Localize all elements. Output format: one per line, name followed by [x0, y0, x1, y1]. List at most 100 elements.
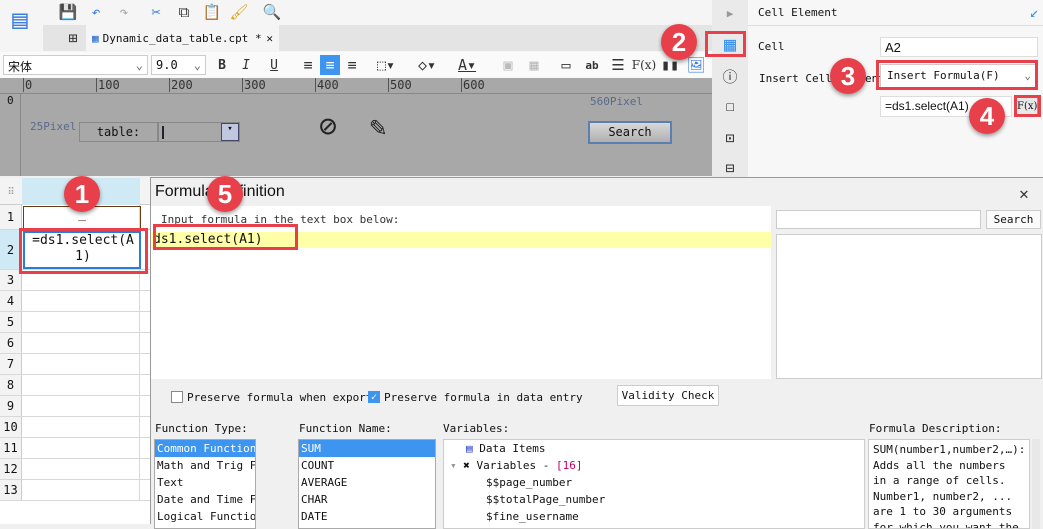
redo-icon[interactable]: ↷ [114, 2, 134, 22]
cell[interactable] [22, 312, 140, 332]
row-header[interactable]: 1 [0, 205, 22, 229]
italic-button[interactable]: I [237, 55, 255, 75]
save-icon[interactable]: 💾 [58, 2, 78, 22]
function-search-button[interactable]: Search [986, 210, 1041, 229]
variable-item[interactable]: $$page_number [444, 474, 864, 491]
row-header[interactable]: 9 [0, 396, 22, 416]
sheet-row[interactable]: 5 [0, 312, 150, 333]
variables-tree[interactable]: ▤ Data Items ▾ ✖ Variables - [16] $$page… [443, 439, 865, 529]
row-header[interactable]: 7 [0, 354, 22, 374]
cell[interactable] [22, 375, 140, 395]
format-brush-icon[interactable]: 🖌 [229, 2, 249, 22]
font-color-icon[interactable]: A▾ [452, 55, 482, 75]
align-right-icon[interactable]: ≡ [342, 55, 362, 75]
search-widget-button[interactable]: Search [588, 121, 672, 144]
function-name-item[interactable]: SUM [299, 440, 435, 457]
widget-icon[interactable]: ⊡ [718, 126, 742, 150]
align-center-icon[interactable]: ≡ [320, 55, 340, 75]
sheet-row[interactable]: 6 [0, 333, 150, 354]
table-label-widget[interactable]: table: [79, 122, 158, 142]
paragraph-icon[interactable]: ☰ [608, 55, 628, 75]
table-combo-widget[interactable]: ▾ [158, 122, 240, 142]
dock-arrow-icon[interactable]: ↙ [1026, 3, 1042, 21]
tree-item-data-items[interactable]: ▤ Data Items [444, 440, 864, 457]
function-type-item[interactable]: Math and Trig Function [155, 457, 255, 474]
textfield-icon[interactable]: ▭ [556, 55, 576, 75]
text-style-button[interactable]: ab [582, 55, 602, 75]
sheet-row[interactable]: 7 [0, 354, 150, 375]
cell[interactable] [22, 291, 140, 311]
row-header[interactable]: 8 [0, 375, 22, 395]
report-logo-icon[interactable]: ▤ [8, 4, 32, 36]
cell[interactable] [22, 396, 140, 416]
more-icon[interactable]: ⊟ [718, 158, 742, 178]
underline-button[interactable]: U [265, 55, 283, 75]
cell-input[interactable]: A2 [880, 37, 1038, 57]
sheet-row[interactable]: 10 [0, 417, 150, 438]
sheet-row[interactable]: 8 [0, 375, 150, 396]
function-name-item[interactable]: AVERAGE [299, 474, 435, 491]
function-name-item[interactable]: DATE [299, 508, 435, 525]
row-header[interactable]: 11 [0, 438, 22, 458]
close-dialog-icon[interactable]: ✕ [1013, 182, 1035, 204]
font-size-select[interactable]: 9.0 ⌄ [151, 55, 206, 75]
function-type-list[interactable]: Common FunctionMath and Trig FunctionTex… [154, 439, 256, 529]
cell[interactable] [22, 459, 140, 479]
row-header[interactable]: 6 [0, 333, 22, 353]
function-search-input[interactable] [776, 210, 981, 229]
function-name-item[interactable]: CHAR [299, 491, 435, 508]
search-results-list[interactable] [776, 234, 1042, 379]
file-tab[interactable]: ▦ Dynamic_data_table.cpt * ✕ [86, 25, 279, 51]
copy-icon[interactable]: ⧉ [174, 2, 194, 22]
validity-check-button[interactable]: Validity Check [617, 385, 719, 406]
function-type-item[interactable]: Common Function [155, 440, 255, 457]
preserve-entry-checkbox[interactable]: ✓ [368, 391, 380, 403]
row-header[interactable]: 4 [0, 291, 22, 311]
cell-attribute-icon[interactable]: ⓘ [718, 64, 742, 88]
row-header[interactable]: 13 [0, 480, 22, 500]
row-header[interactable]: 12 [0, 459, 22, 479]
variable-item[interactable]: $fine_username [444, 508, 864, 525]
sheet-row[interactable]: 11 [0, 438, 150, 459]
preview-icon[interactable]: 🔍 [262, 2, 282, 22]
align-left-icon[interactable]: ≡ [298, 55, 318, 75]
function-type-item[interactable]: Text [155, 474, 255, 491]
preserve-export-checkbox[interactable] [171, 391, 183, 403]
cell[interactable] [22, 480, 140, 500]
border-style-icon[interactable]: ☐ [718, 94, 742, 118]
sheet-row[interactable]: 12 [0, 459, 150, 480]
split-cell-icon[interactable]: ▦ [524, 55, 544, 75]
close-tab-icon[interactable]: ✕ [266, 32, 273, 45]
fill-color-icon[interactable]: ◇▾ [412, 55, 442, 75]
function-name-list[interactable]: SUM COUNT AVERAGE CHAR DATE [298, 439, 436, 529]
merge-cell-icon[interactable]: ▣ [498, 55, 518, 75]
image-icon[interactable]: 🖼 [686, 55, 706, 75]
paste-icon[interactable]: 📋 [202, 2, 222, 22]
variable-item[interactable]: $fine_role [444, 525, 864, 528]
collapse-arrow-icon[interactable]: ▶ [720, 3, 740, 23]
function-type-item[interactable]: Date and Time Function [155, 491, 255, 508]
select-all-icon[interactable]: ⠿ [0, 182, 22, 202]
new-tab-icon[interactable]: ⊞ [63, 28, 83, 48]
variable-item[interactable]: $$totalPage_number [444, 491, 864, 508]
cell[interactable] [22, 438, 140, 458]
cell[interactable] [22, 333, 140, 353]
formula-button[interactable]: F(x) [632, 55, 656, 75]
sheet-row[interactable]: 13 [0, 480, 150, 501]
bold-button[interactable]: B [213, 55, 231, 75]
cell[interactable] [22, 417, 140, 437]
font-select[interactable]: 宋体 ⌄ [3, 55, 148, 75]
row-header[interactable]: 10 [0, 417, 22, 437]
function-type-item[interactable]: Logical Function [155, 508, 255, 525]
undo-icon[interactable]: ↶ [86, 2, 106, 22]
sheet-row[interactable]: 9 [0, 396, 150, 417]
description-scrollbar[interactable] [1032, 439, 1040, 529]
function-name-item[interactable]: COUNT [299, 457, 435, 474]
row-header[interactable]: 5 [0, 312, 22, 332]
expand-arrow-icon[interactable]: ▾ [450, 459, 457, 472]
dropdown-icon[interactable]: ▾ [221, 123, 239, 141]
cut-icon[interactable]: ✂ [146, 2, 166, 22]
border-icon[interactable]: ⬚▾ [372, 55, 400, 75]
tree-item-variables[interactable]: ▾ ✖ Variables - [16] [444, 457, 864, 474]
sheet-row[interactable]: 4 [0, 291, 150, 312]
